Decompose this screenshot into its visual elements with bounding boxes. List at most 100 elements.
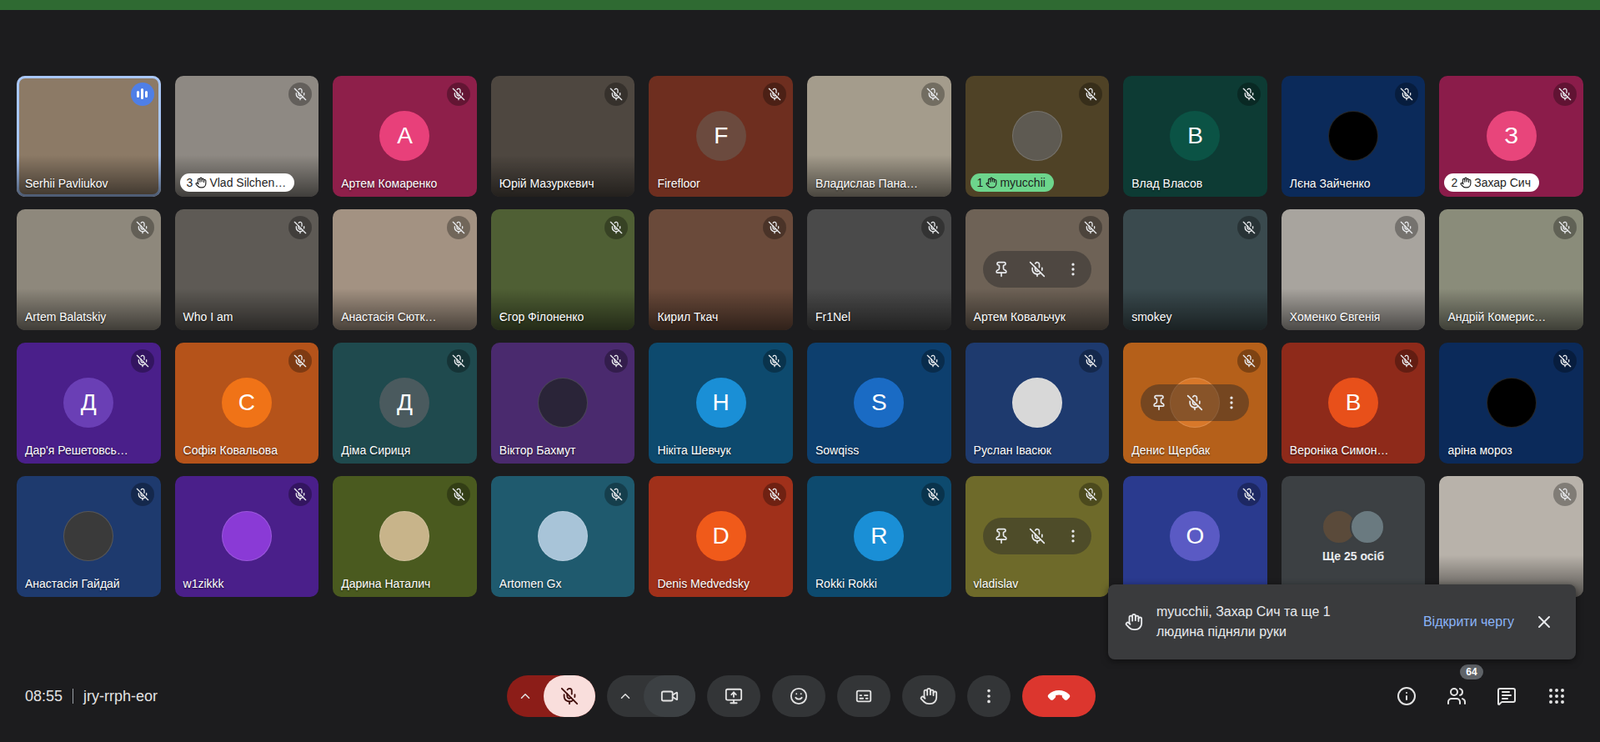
- mute-button[interactable]: [1023, 255, 1052, 284]
- participant-tile[interactable]: Єгор Філоненко: [491, 209, 636, 331]
- participant-name: Андрій Комерис…: [1447, 310, 1546, 324]
- participant-tile[interactable]: DDenis Medvedsky: [648, 476, 793, 597]
- avatar-image: [1012, 110, 1063, 161]
- participant-tile[interactable]: ДДар'я Решетовсь…: [16, 342, 161, 464]
- hand-icon: [919, 687, 938, 706]
- participant-tile[interactable]: Дарина Наталич: [332, 476, 477, 597]
- meeting-details-button[interactable]: [1386, 676, 1427, 717]
- mute-button[interactable]: [1023, 521, 1052, 551]
- participant-name: Влад Власов: [1131, 176, 1203, 191]
- participant-tile[interactable]: ДДіма Сириця: [332, 342, 477, 464]
- more-participants: Ще 25 осіб: [1321, 509, 1385, 563]
- pin-button[interactable]: [1144, 388, 1174, 417]
- muted-badge: [1237, 215, 1261, 240]
- participant-tile[interactable]: Кирил Ткач: [648, 209, 793, 331]
- participant-tile[interactable]: Fr1Nel: [807, 209, 952, 331]
- more-icon: [1223, 394, 1240, 412]
- participant-tile[interactable]: Artem Balatskiy: [16, 209, 161, 331]
- participant-tile[interactable]: Денис Щербак: [1123, 342, 1268, 464]
- participant-tile[interactable]: vladislav: [965, 476, 1110, 597]
- participant-tile[interactable]: Artomen Gx: [491, 476, 636, 597]
- audio-options-button[interactable]: [506, 675, 544, 718]
- muted-badge: [762, 349, 787, 373]
- participant-name: Віктор Бахмут: [499, 443, 577, 457]
- participant-tile[interactable]: Андрій Комерис…: [1439, 209, 1584, 331]
- close-button[interactable]: [1530, 608, 1558, 636]
- participant-tile[interactable]: ААртем Комаренко: [332, 75, 477, 197]
- participant-tile[interactable]: Руслан Івасюк: [965, 342, 1110, 464]
- participant-tile[interactable]: ВВероніка Симон…: [1281, 342, 1426, 464]
- mic-off-icon: [451, 220, 466, 235]
- participant-tile[interactable]: RRokki Rokki: [807, 476, 952, 597]
- participant-tile[interactable]: Артем Ковальчук: [965, 209, 1110, 331]
- participant-tile[interactable]: SSowqiss: [807, 342, 952, 464]
- more-participants-tile[interactable]: Ще 25 осіб: [1281, 476, 1426, 597]
- participant-tile[interactable]: O: [1123, 476, 1268, 597]
- participant-tile[interactable]: 3Vlad Silchen…: [175, 75, 320, 197]
- pin-button[interactable]: [987, 521, 1016, 551]
- participant-tile[interactable]: Владислав Пана…: [807, 75, 952, 197]
- muted-badge: [1553, 82, 1577, 106]
- mic-off-icon: [609, 87, 623, 101]
- pin-button[interactable]: [987, 255, 1016, 284]
- more-button[interactable]: [1058, 521, 1088, 551]
- participant-grid: Serhii Pavliukov3Vlad Silchen…ААртем Ком…: [16, 75, 1584, 597]
- participant-tile[interactable]: Юрій Мазуркевич: [491, 75, 636, 197]
- muted-badge: [288, 82, 312, 106]
- mic-button[interactable]: [543, 675, 596, 718]
- activities-button[interactable]: [1536, 676, 1577, 717]
- participant-tile[interactable]: Serhii Pavliukov: [16, 75, 161, 197]
- mic-off-icon: [451, 487, 466, 502]
- raise-hand-button[interactable]: [902, 675, 956, 718]
- toast-text: myucchii, Захар Сич та ще 1 людина підня…: [1156, 601, 1375, 643]
- mic-off-icon: [1558, 354, 1572, 368]
- participant-tile[interactable]: Анастасія Гайдай: [16, 476, 161, 597]
- people-button[interactable]: 64: [1436, 676, 1477, 717]
- avatar-image: [1349, 509, 1385, 545]
- participant-tile[interactable]: FFirefloor: [648, 75, 793, 197]
- mic-off-icon: [1399, 354, 1414, 368]
- reactions-button[interactable]: [772, 675, 826, 718]
- camera-button[interactable]: [643, 675, 696, 718]
- participant-tile[interactable]: З2Захар Сич: [1439, 75, 1584, 197]
- participant-tile[interactable]: Лєна Зайченко: [1281, 75, 1426, 197]
- chat-button[interactable]: [1486, 676, 1527, 717]
- pin-icon: [993, 260, 1010, 278]
- muted-badge: [921, 82, 945, 106]
- more-button[interactable]: [1058, 255, 1088, 284]
- video-options-button[interactable]: [606, 675, 644, 718]
- present-button[interactable]: [707, 675, 761, 718]
- participant-tile[interactable]: ССофія Ковальова: [175, 342, 320, 464]
- muted-badge: [1078, 82, 1103, 106]
- mic-off-icon: [135, 487, 150, 502]
- camera-icon: [660, 687, 679, 706]
- avatar-image: [379, 511, 430, 562]
- participant-tile[interactable]: аріна мороз: [1439, 342, 1584, 464]
- participant-tile[interactable]: [1439, 476, 1584, 597]
- mic-off-icon: [609, 220, 623, 235]
- participant-tile[interactable]: Віктор Бахмут: [491, 342, 636, 464]
- open-queue-button[interactable]: Відкрити чергу: [1419, 609, 1518, 635]
- participant-tile[interactable]: 1myucchii: [965, 75, 1110, 197]
- muted-badge: [1394, 349, 1419, 373]
- participant-name: Хоменко Євгенія: [1289, 310, 1381, 324]
- avatar-letter: А: [379, 110, 430, 161]
- participant-tile[interactable]: ННікіта Шевчук: [648, 342, 793, 464]
- participant-tile[interactable]: Хоменко Євгенія: [1281, 209, 1426, 331]
- captions-button[interactable]: [837, 675, 891, 718]
- avatar-letter: Д: [63, 377, 114, 428]
- participant-tile[interactable]: Who I am: [175, 209, 320, 331]
- participant-tile[interactable]: smokey: [1123, 209, 1268, 331]
- leave-call-button[interactable]: [1022, 675, 1096, 718]
- more-button[interactable]: [1217, 388, 1246, 417]
- mute-button[interactable]: [1180, 388, 1209, 417]
- participant-tile[interactable]: w1zikkk: [175, 476, 320, 597]
- hand-icon: [985, 176, 998, 189]
- participant-tile[interactable]: Анастасія Сютк…: [332, 209, 477, 331]
- side-controls: 64: [1095, 676, 1578, 717]
- participant-tile[interactable]: BВлад Власов: [1123, 75, 1268, 197]
- more-options-button[interactable]: [967, 675, 1011, 718]
- mic-off-icon: [1028, 260, 1046, 278]
- mic-off-icon: [293, 354, 307, 368]
- muted-badge: [1394, 82, 1419, 106]
